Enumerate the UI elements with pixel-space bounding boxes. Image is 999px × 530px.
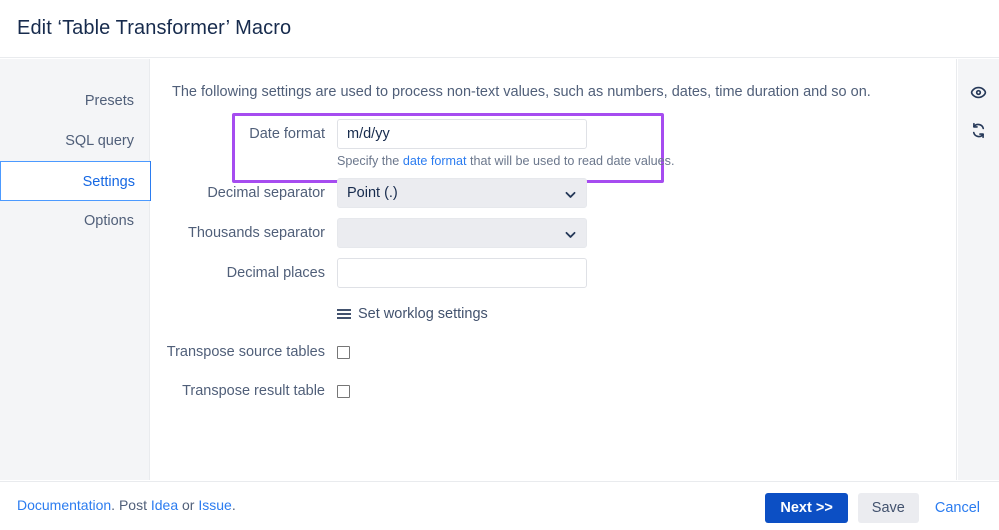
cancel-button[interactable]: Cancel (929, 500, 986, 516)
footer-actions: Next >> Save Cancel (765, 493, 986, 523)
thousands-separator-label: Thousands separator (187, 225, 325, 241)
sidebar-item-settings[interactable]: Settings (0, 161, 154, 201)
field-row-transpose-result: Transpose result table (151, 376, 956, 406)
sidebar-item-sql-query[interactable]: SQL query (0, 121, 149, 161)
macro-editor-dialog: Edit ‘Table Transformer’ Macro Presets S… (0, 0, 999, 530)
save-button[interactable]: Save (857, 493, 919, 523)
date-format-hint: Specify the date format that will be use… (337, 154, 767, 168)
date-format-link[interactable]: date format (403, 154, 467, 168)
worklog-label: Set worklog settings (358, 306, 488, 322)
dialog-footer: Documentation. Post Idea or Issue. Next … (0, 481, 999, 530)
chevron-down-icon (565, 231, 576, 238)
decimal-places-input[interactable] (337, 258, 587, 288)
dialog-header: Edit ‘Table Transformer’ Macro (0, 0, 999, 58)
field-row-thousands-separator: Thousands separator (151, 218, 956, 248)
right-toolbar (958, 59, 999, 480)
transpose-result-checkbox[interactable] (337, 385, 350, 398)
field-row-transpose-source: Transpose source tables (151, 337, 956, 363)
set-worklog-settings-button[interactable]: Set worklog settings (337, 306, 767, 322)
settings-form: Date format Specify the date format that… (151, 119, 956, 416)
footer-sep-1: . Post (111, 497, 151, 513)
decimal-separator-select[interactable]: Point (.) (337, 178, 587, 208)
field-row-date-format: Date format Specify the date format that… (151, 119, 956, 168)
page-title: Edit ‘Table Transformer’ Macro (17, 17, 292, 39)
sidebar-nav: Presets SQL query Settings Options (0, 59, 154, 480)
date-format-label: Date format (249, 126, 325, 142)
documentation-link[interactable]: Documentation (17, 497, 111, 513)
next-button[interactable]: Next >> (765, 493, 848, 523)
hint-text-after: that will be used to read date values. (466, 154, 675, 168)
footer-sep-3: . (231, 497, 236, 513)
footer-sep-2: or (178, 497, 199, 513)
settings-panel: The following settings are used to proce… (151, 59, 957, 480)
decimal-places-label: Decimal places (226, 265, 325, 281)
transpose-result-label: Transpose result table (182, 383, 325, 399)
hamburger-icon (337, 306, 351, 321)
decimal-separator-label: Decimal separator (207, 185, 325, 201)
transpose-source-label: Transpose source tables (166, 344, 325, 360)
field-row-decimal-separator: Decimal separator Point (.) (151, 178, 956, 208)
field-row-worklog: Set worklog settings (151, 306, 956, 322)
refresh-icon (972, 122, 985, 138)
intro-text: The following settings are used to proce… (172, 84, 871, 100)
eye-icon (970, 86, 987, 98)
preview-button[interactable] (958, 77, 999, 107)
footer-links: Documentation. Post Idea or Issue. (17, 497, 236, 513)
decimal-separator-value: Point (.) (347, 185, 398, 201)
chevron-down-icon (565, 191, 576, 198)
issue-link[interactable]: Issue (198, 497, 231, 513)
field-row-decimal-places: Decimal places (151, 258, 956, 288)
refresh-button[interactable] (958, 115, 999, 145)
sidebar-item-presets[interactable]: Presets (0, 81, 149, 121)
transpose-source-checkbox[interactable] (337, 346, 350, 359)
thousands-separator-select[interactable] (337, 218, 587, 248)
date-format-input[interactable] (337, 119, 587, 149)
idea-link[interactable]: Idea (151, 497, 178, 513)
hint-text-before: Specify the (337, 154, 403, 168)
sidebar-item-options[interactable]: Options (0, 201, 149, 241)
